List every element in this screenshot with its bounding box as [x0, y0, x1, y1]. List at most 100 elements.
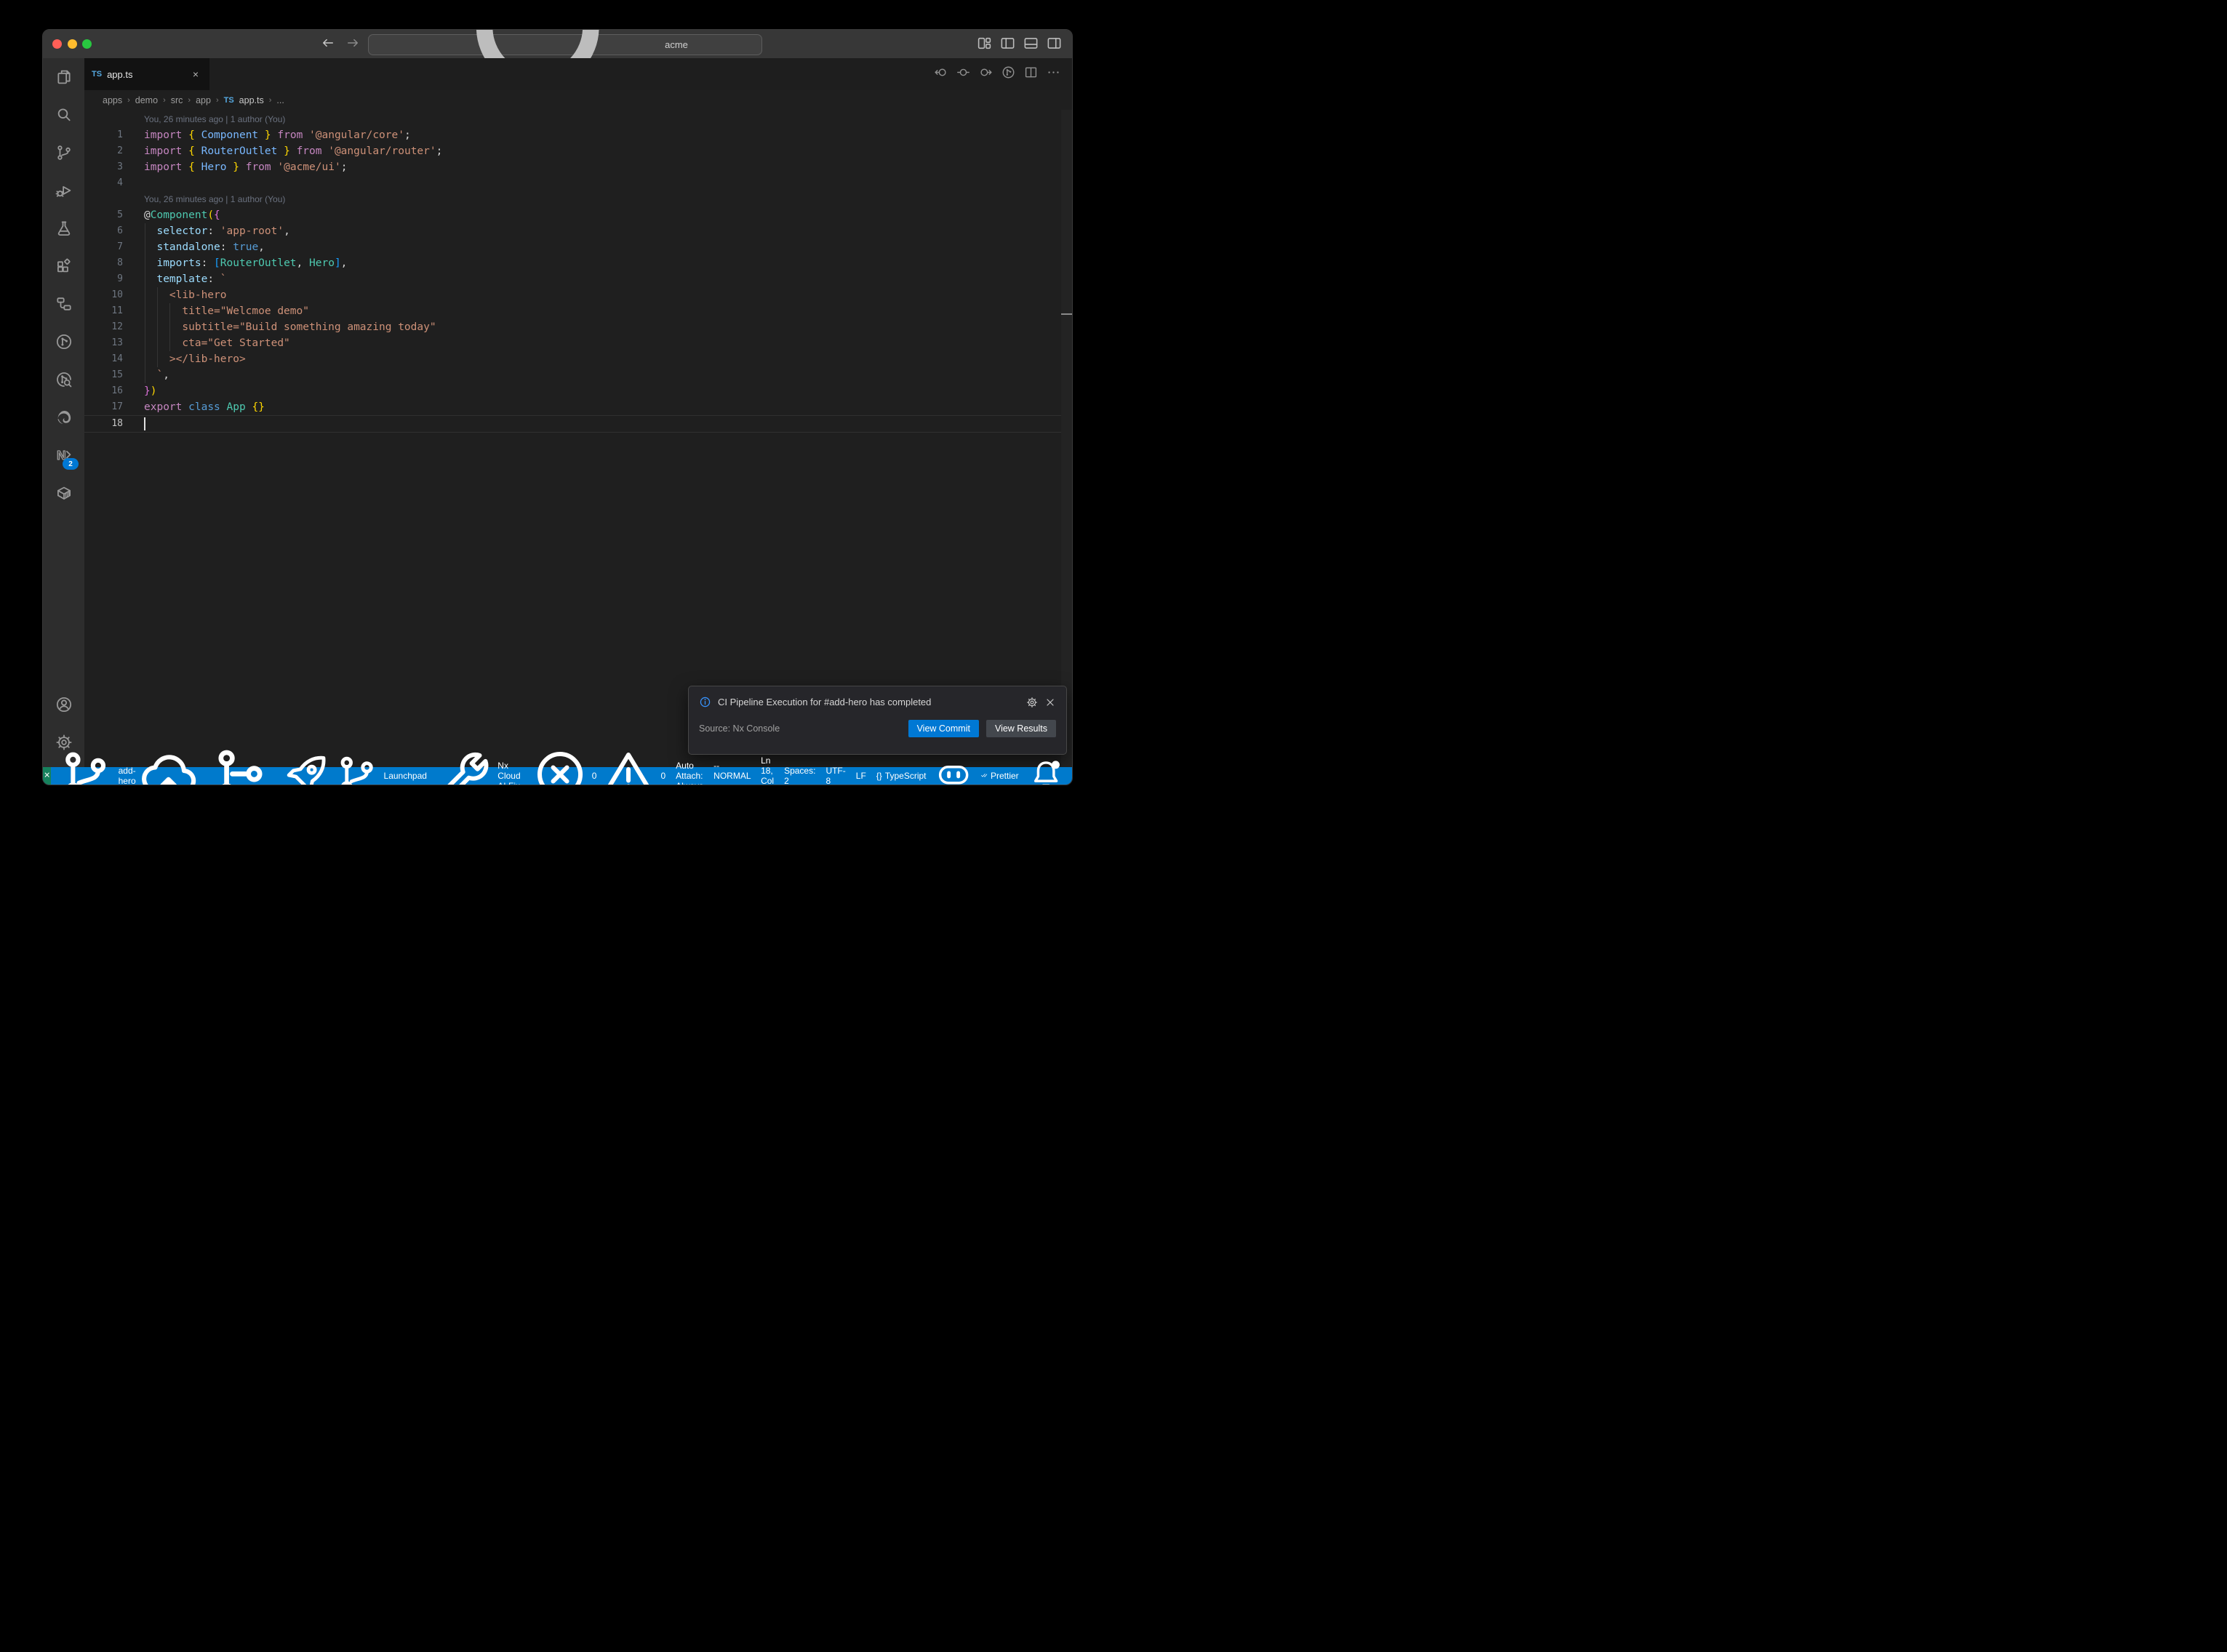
status-item-copilot-status[interactable] — [932, 767, 975, 785]
line-number-6: 6 — [84, 223, 123, 239]
view-results-button[interactable]: View Results — [986, 720, 1056, 737]
status-text: Nx Cloud AI Fix — [497, 761, 520, 785]
breadcrumb-item-src[interactable]: src — [171, 95, 183, 105]
activity-item-source-control[interactable] — [43, 134, 84, 172]
line-number-1: 1 — [84, 127, 123, 143]
notification-settings-gear-icon[interactable] — [1026, 697, 1038, 708]
code-line-13[interactable]: 13 cta="Get Started" — [84, 335, 1072, 351]
hierarchy-icon — [55, 295, 73, 313]
tab-close-icon[interactable]: × — [189, 68, 202, 81]
status-item-eol[interactable]: LF — [851, 767, 871, 785]
code-line-1[interactable]: 1import { Component } from '@angular/cor… — [84, 127, 1072, 143]
code-editor[interactable]: You, 26 minutes ago | 1 author (You)1imp… — [84, 110, 1072, 767]
code-text: selector: 'app-root', — [144, 223, 290, 239]
code-line-2[interactable]: 2import { RouterOutlet } from '@angular/… — [84, 143, 1072, 159]
code-line-5[interactable]: 5@Component({ — [84, 207, 1072, 223]
status-item-indentation[interactable]: Spaces: 2 — [779, 767, 820, 785]
gitlens-icon[interactable] — [1001, 65, 1015, 79]
line-number-17: 17 — [84, 399, 123, 415]
code-line-9[interactable]: 9 template: ` — [84, 271, 1072, 287]
edge-icon — [55, 409, 73, 426]
minimize-window-button[interactable] — [68, 39, 77, 49]
breadcrumb-item-file[interactable]: app.ts — [239, 95, 264, 105]
activity-item-gitlens-search[interactable] — [43, 361, 84, 398]
titlebar: acme — [43, 30, 1072, 58]
code-line-16[interactable]: 16}) — [84, 383, 1072, 399]
remote-icon — [43, 771, 51, 781]
breadcrumb-suffix[interactable]: ... — [276, 95, 284, 105]
toggle-panel-icon[interactable] — [1023, 36, 1039, 51]
code-line-15[interactable]: 15 `, — [84, 367, 1072, 383]
line-number-13: 13 — [84, 335, 123, 351]
status-item-cursor-position[interactable]: Ln 18, Col 1 — [756, 767, 779, 785]
activity-item-testing[interactable] — [43, 209, 84, 247]
status-item-graph-indicator[interactable] — [203, 767, 278, 785]
status-item-nx-cloud-ai-fix[interactable]: Nx Cloud AI Fix — [432, 767, 526, 785]
activity-item-gitlens[interactable] — [43, 323, 84, 361]
status-item-encoding[interactable]: UTF-8 — [820, 767, 850, 785]
scrollbar[interactable] — [1061, 110, 1072, 767]
nav-forward-icon[interactable] — [979, 65, 993, 79]
arrow-right-icon[interactable] — [345, 36, 360, 50]
status-text: Prettier — [991, 771, 1019, 781]
code-line-14[interactable]: 14 ></lib-hero> — [84, 351, 1072, 367]
status-item-notifications-bell[interactable] — [1024, 767, 1068, 785]
status-item-language-mode[interactable]: {}TypeScript — [871, 767, 932, 785]
status-item-vim-mode[interactable]: -- NORMAL -- — [708, 767, 756, 785]
status-text: 0 — [592, 771, 597, 781]
activity-item-hierarchy-view[interactable] — [43, 285, 84, 323]
status-item-auto-attach[interactable]: Auto Attach: Always — [671, 767, 708, 785]
nav-dash-icon[interactable] — [956, 65, 970, 79]
status-item-prettier[interactable]: Prettier — [975, 767, 1024, 785]
code-line-8[interactable]: 8 imports: [RouterOutlet, Hero], — [84, 255, 1072, 271]
code-line-17[interactable]: 17export class App {} — [84, 399, 1072, 415]
activity-item-containers[interactable] — [43, 474, 84, 512]
activity-item-search[interactable] — [43, 96, 84, 134]
activity-item-edge-tools[interactable] — [43, 398, 84, 436]
scm-icon — [55, 144, 73, 161]
status-item-launchpad[interactable]: Launchpad — [278, 767, 432, 785]
code-line-12[interactable]: 12 subtitle="Build something amazing tod… — [84, 319, 1072, 335]
more-icon[interactable] — [1047, 65, 1060, 79]
status-item-problems[interactable]: 00 — [526, 767, 671, 785]
code-line-10[interactable]: 10 <lib-hero — [84, 287, 1072, 303]
code-text: imports: [RouterOutlet, Hero], — [144, 255, 347, 271]
git-blame-annotation: You, 26 minutes ago | 1 author (You) — [84, 191, 1072, 207]
nav-back-icon[interactable] — [934, 65, 948, 79]
arrow-left-icon[interactable] — [321, 36, 335, 50]
code-text: }) — [144, 383, 156, 399]
toggle-sidebar-icon[interactable] — [1000, 36, 1015, 51]
notification-close-icon[interactable] — [1044, 697, 1056, 708]
customize-layout-icon[interactable] — [977, 36, 992, 51]
split-editor-icon[interactable] — [1024, 65, 1038, 79]
activity-item-explorer[interactable] — [43, 58, 84, 96]
zoom-window-button[interactable] — [82, 39, 92, 49]
typescript-file-icon: TS — [224, 96, 234, 105]
line-number-7: 7 — [84, 239, 123, 255]
code-line-6[interactable]: 6 selector: 'app-root', — [84, 223, 1072, 239]
layout-controls — [977, 36, 1062, 51]
code-line-4[interactable]: 4 — [84, 175, 1072, 191]
code-text: template: ` — [144, 271, 227, 287]
activity-item-accounts[interactable] — [43, 686, 84, 723]
tab-app-ts[interactable]: TS app.ts × — [84, 58, 209, 90]
code-line-3[interactable]: 3import { Hero } from '@acme/ui'; — [84, 159, 1072, 175]
breadcrumb-item-app[interactable]: app — [196, 95, 211, 105]
editor-actions — [934, 65, 1060, 79]
toggle-secondary-sidebar-icon[interactable] — [1047, 36, 1062, 51]
code-line-7[interactable]: 7 standalone: true, — [84, 239, 1072, 255]
view-commit-button[interactable]: View Commit — [908, 720, 979, 737]
code-line-11[interactable]: 11 title="Welcmoe demo" — [84, 303, 1072, 319]
line-number-16: 16 — [84, 383, 123, 399]
activity-item-extensions[interactable] — [43, 247, 84, 285]
breadcrumb-item-demo[interactable]: demo — [135, 95, 158, 105]
status-item-branch-indicator[interactable]: add-hero — [51, 767, 203, 785]
activity-item-nx-console[interactable]: N2 — [43, 436, 84, 474]
breadcrumb-item-apps[interactable]: apps — [103, 95, 122, 105]
remote-indicator[interactable] — [43, 767, 51, 785]
code-line-18[interactable]: 18 — [84, 415, 1072, 433]
command-center-search[interactable]: acme — [368, 34, 762, 55]
activity-item-run-debug[interactable] — [43, 172, 84, 209]
close-window-button[interactable] — [52, 39, 62, 49]
breadcrumb-separator: › — [163, 96, 166, 105]
